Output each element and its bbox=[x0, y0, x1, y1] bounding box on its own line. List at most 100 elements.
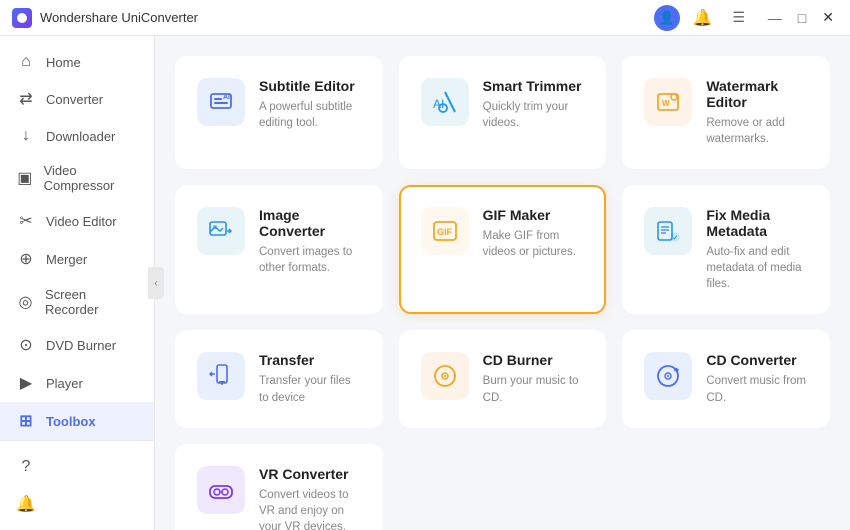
vr-converter-icon-box bbox=[197, 466, 245, 514]
app-logo bbox=[12, 8, 32, 28]
sidebar: ⌂ Home ⇄ Converter ↓ Downloader ▣ Video … bbox=[0, 36, 155, 530]
home-icon: ⌂ bbox=[16, 53, 36, 71]
sidebar-label-video-compressor: Video Compressor bbox=[44, 163, 138, 193]
main-layout: ⌂ Home ⇄ Converter ↓ Downloader ▣ Video … bbox=[0, 36, 850, 530]
sidebar-label-toolbox: Toolbox bbox=[46, 414, 96, 429]
toolbox-icon: ⊞ bbox=[16, 411, 36, 431]
cd-burner-icon-box bbox=[421, 352, 469, 400]
watermark-editor-icon-box: W bbox=[644, 78, 692, 126]
sidebar-item-video-editor[interactable]: ✂ Video Editor bbox=[0, 202, 154, 240]
tool-card-fix-media-metadata[interactable]: ✓ Fix Media Metadata Auto-fix and edit m… bbox=[622, 185, 830, 314]
sidebar-label-player: Player bbox=[46, 376, 83, 391]
sidebar-label-home: Home bbox=[46, 55, 81, 70]
transfer-icon-box bbox=[197, 352, 245, 400]
tool-card-cd-converter[interactable]: CD Converter Convert music from CD. bbox=[622, 330, 830, 427]
svg-text:GIF: GIF bbox=[437, 227, 453, 237]
transfer-info: Transfer Transfer your files to device bbox=[259, 352, 361, 405]
close-button[interactable]: ✕ bbox=[818, 7, 838, 28]
sidebar-label-screen-recorder: Screen Recorder bbox=[45, 287, 138, 317]
cd-burner-desc: Burn your music to CD. bbox=[483, 373, 585, 405]
screen-recorder-icon: ◎ bbox=[16, 292, 35, 312]
notifications-icon: 🔔 bbox=[16, 494, 36, 514]
user-avatar-icon[interactable]: 👤 bbox=[654, 5, 680, 31]
window-controls: — □ ✕ bbox=[764, 7, 838, 28]
cd-converter-info: CD Converter Convert music from CD. bbox=[706, 352, 808, 405]
sidebar-bottom: ? 🔔 ☺ bbox=[0, 440, 154, 530]
dvd-burner-icon: ⊙ bbox=[16, 335, 36, 355]
sidebar-item-player[interactable]: ▶ Player bbox=[0, 364, 154, 402]
sidebar-item-toolbox[interactable]: ⊞ Toolbox bbox=[0, 402, 154, 440]
watermark-editor-title: Watermark Editor bbox=[706, 78, 808, 110]
sidebar-item-screen-recorder[interactable]: ◎ Screen Recorder bbox=[0, 278, 154, 326]
downloader-icon: ↓ bbox=[16, 127, 36, 145]
tools-grid: AI Subtitle Editor A powerful subtitle e… bbox=[175, 56, 830, 530]
tool-card-subtitle-editor[interactable]: AI Subtitle Editor A powerful subtitle e… bbox=[175, 56, 383, 169]
watermark-editor-desc: Remove or add watermarks. bbox=[706, 115, 808, 147]
image-converter-info: Image Converter Convert images to other … bbox=[259, 207, 361, 276]
user-icons: 👤 🔔 ☰ bbox=[654, 5, 752, 31]
minimize-button[interactable]: — bbox=[764, 8, 786, 28]
image-converter-desc: Convert images to other formats. bbox=[259, 244, 361, 276]
vr-converter-info: VR Converter Convert videos to VR and en… bbox=[259, 466, 361, 530]
svg-text:AI: AI bbox=[223, 94, 230, 101]
cd-converter-title: CD Converter bbox=[706, 352, 808, 368]
smart-trimmer-desc: Quickly trim your videos. bbox=[483, 99, 585, 131]
gif-maker-title: GIF Maker bbox=[483, 207, 585, 223]
player-icon: ▶ bbox=[16, 373, 36, 393]
tool-card-image-converter[interactable]: Image Converter Convert images to other … bbox=[175, 185, 383, 314]
transfer-desc: Transfer your files to device bbox=[259, 373, 361, 405]
tool-card-smart-trimmer[interactable]: AI Smart Trimmer Quickly trim your video… bbox=[399, 56, 607, 169]
sidebar-item-help[interactable]: ? bbox=[0, 449, 154, 485]
video-editor-icon: ✂ bbox=[16, 211, 36, 231]
tool-card-watermark-editor[interactable]: W Watermark Editor Remove or add waterma… bbox=[622, 56, 830, 169]
cd-converter-icon-box bbox=[644, 352, 692, 400]
sidebar-item-merger[interactable]: ⊕ Merger bbox=[0, 240, 154, 278]
sidebar-label-merger: Merger bbox=[46, 252, 87, 267]
sidebar-item-dvd-burner[interactable]: ⊙ DVD Burner bbox=[0, 326, 154, 364]
tool-card-cd-burner[interactable]: CD Burner Burn your music to CD. bbox=[399, 330, 607, 427]
title-bar: Wondershare UniConverter 👤 🔔 ☰ — □ ✕ bbox=[0, 0, 850, 36]
smart-trimmer-title: Smart Trimmer bbox=[483, 78, 585, 94]
notification-icon[interactable]: 🔔 bbox=[690, 5, 716, 31]
sidebar-label-dvd-burner: DVD Burner bbox=[46, 338, 116, 353]
smart-trimmer-info: Smart Trimmer Quickly trim your videos. bbox=[483, 78, 585, 131]
subtitle-editor-desc: A powerful subtitle editing tool. bbox=[259, 99, 361, 131]
smart-trimmer-icon-box: AI bbox=[421, 78, 469, 126]
sidebar-item-converter[interactable]: ⇄ Converter bbox=[0, 80, 154, 118]
sidebar-label-downloader: Downloader bbox=[46, 129, 115, 144]
svg-text:✓: ✓ bbox=[673, 235, 679, 242]
vr-converter-desc: Convert videos to VR and enjoy on your V… bbox=[259, 487, 361, 530]
sidebar-label-converter: Converter bbox=[46, 92, 103, 107]
tool-card-gif-maker[interactable]: GIF GIF Maker Make GIF from videos or pi… bbox=[399, 185, 607, 314]
fix-media-metadata-info: Fix Media Metadata Auto-fix and edit met… bbox=[706, 207, 808, 292]
sidebar-item-video-compressor[interactable]: ▣ Video Compressor bbox=[0, 154, 154, 202]
content-area: AI Subtitle Editor A powerful subtitle e… bbox=[155, 36, 850, 530]
tool-card-transfer[interactable]: Transfer Transfer your files to device bbox=[175, 330, 383, 427]
fix-media-metadata-title: Fix Media Metadata bbox=[706, 207, 808, 239]
sidebar-item-home[interactable]: ⌂ Home bbox=[0, 44, 154, 80]
gif-maker-desc: Make GIF from videos or pictures. bbox=[483, 228, 585, 260]
title-bar-right: 👤 🔔 ☰ — □ ✕ bbox=[654, 5, 838, 31]
gif-maker-icon-box: GIF bbox=[421, 207, 469, 255]
image-converter-title: Image Converter bbox=[259, 207, 361, 239]
transfer-title: Transfer bbox=[259, 352, 361, 368]
fix-media-metadata-desc: Auto-fix and edit metadata of media file… bbox=[706, 244, 808, 292]
sidebar-item-feedback[interactable]: ☺ bbox=[0, 523, 154, 530]
vr-converter-title: VR Converter bbox=[259, 466, 361, 482]
merger-icon: ⊕ bbox=[16, 249, 36, 269]
cd-burner-info: CD Burner Burn your music to CD. bbox=[483, 352, 585, 405]
sidebar-item-notifications[interactable]: 🔔 bbox=[0, 485, 154, 523]
menu-icon[interactable]: ☰ bbox=[726, 5, 752, 31]
title-bar-left: Wondershare UniConverter bbox=[12, 8, 198, 28]
subtitle-editor-title: Subtitle Editor bbox=[259, 78, 361, 94]
svg-text:W: W bbox=[662, 99, 670, 108]
sidebar-item-downloader[interactable]: ↓ Downloader bbox=[0, 118, 154, 154]
subtitle-editor-info: Subtitle Editor A powerful subtitle edit… bbox=[259, 78, 361, 131]
watermark-editor-info: Watermark Editor Remove or add watermark… bbox=[706, 78, 808, 147]
maximize-button[interactable]: □ bbox=[794, 8, 810, 28]
gif-maker-info: GIF Maker Make GIF from videos or pictur… bbox=[483, 207, 585, 260]
subtitle-editor-icon-box: AI bbox=[197, 78, 245, 126]
sidebar-collapse-button[interactable]: ‹ bbox=[148, 267, 164, 299]
cd-burner-title: CD Burner bbox=[483, 352, 585, 368]
tool-card-vr-converter[interactable]: VR Converter Convert videos to VR and en… bbox=[175, 444, 383, 530]
